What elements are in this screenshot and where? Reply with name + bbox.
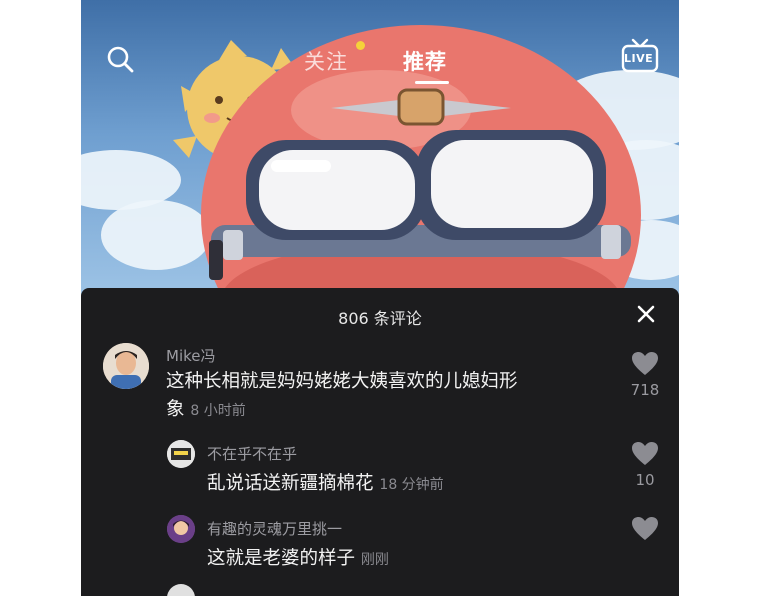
avatar[interactable] <box>167 584 195 596</box>
like-count: 718 <box>630 381 660 399</box>
close-icon[interactable] <box>634 302 658 326</box>
comments-sheet: 806 条评论 Mike冯 这种长相就是妈妈姥姥大姨喜欢的儿媳妇形 象 8 小时… <box>81 288 679 596</box>
search-icon[interactable] <box>105 44 135 74</box>
heart-icon[interactable] <box>631 516 659 542</box>
comment-text-body: 这就是老婆的样子 <box>207 548 356 569</box>
comment-username[interactable]: 有趣的灵魂万里挑一 <box>207 518 342 539</box>
comment-time: 8 小时前 <box>190 403 246 419</box>
comment-text-line: 这种长相就是妈妈姥姥大姨喜欢的儿媳妇形 <box>166 371 518 392</box>
comment-text: 这种长相就是妈妈姥姥大姨喜欢的儿媳妇形 象 8 小时前 <box>166 368 606 425</box>
heart-icon[interactable] <box>631 441 659 467</box>
user-avatar-image <box>103 343 149 389</box>
active-tab-indicator <box>415 81 449 84</box>
comment-text: 乱说话送新疆摘棉花 18 分钟前 <box>207 470 587 499</box>
comment-time: 18 分钟前 <box>379 477 444 493</box>
comment-text-body: 乱说话送新疆摘棉花 <box>207 473 374 494</box>
notification-dot <box>356 41 365 50</box>
heart-icon[interactable] <box>631 351 659 377</box>
comment-text-line: 象 <box>166 399 185 420</box>
comment-time: 刚刚 <box>360 552 389 568</box>
phone-screen: 关注 推荐 LIVE 806 条评论 Mike冯 这种长相就是妈妈姥姥大姨喜欢的… <box>81 0 679 596</box>
user-avatar-image <box>167 515 195 543</box>
live-label: LIVE <box>624 52 654 65</box>
avatar[interactable] <box>167 515 195 543</box>
comment-username[interactable]: Mike冯 <box>166 345 216 366</box>
comment-username[interactable]: 不在乎不在乎 <box>207 443 297 464</box>
avatar[interactable] <box>167 440 195 468</box>
top-navigation: 关注 推荐 LIVE <box>81 0 679 100</box>
tab-recommended[interactable]: 推荐 <box>403 46 447 76</box>
avatar[interactable] <box>103 343 149 389</box>
like-count: 10 <box>635 471 655 489</box>
comments-count-title: 806 条评论 <box>338 309 422 328</box>
tab-following[interactable]: 关注 <box>304 46 348 76</box>
user-avatar-image <box>167 440 195 468</box>
comment-text: 这就是老婆的样子 刚刚 <box>207 545 587 574</box>
comment-text-line2-wrapper: 象 8 小时前 <box>166 396 606 425</box>
